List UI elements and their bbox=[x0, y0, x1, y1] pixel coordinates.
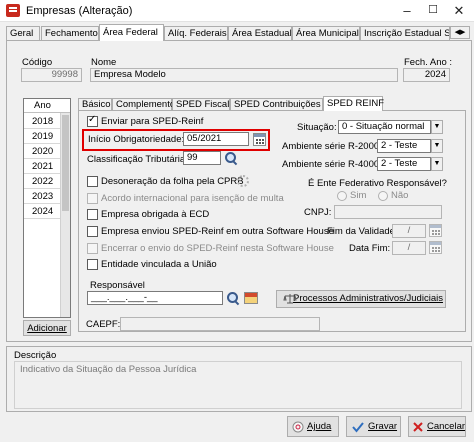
fech-ano-label: Fech. Ano : bbox=[404, 57, 453, 68]
caepf-field bbox=[120, 317, 320, 331]
tab-area-estadual[interactable]: Área Estadual bbox=[228, 26, 292, 41]
close-button[interactable]: ✕ bbox=[450, 2, 468, 19]
year-item-2022[interactable]: 2022 bbox=[24, 174, 60, 189]
year-list-scrollbar[interactable] bbox=[60, 113, 70, 317]
data-fim-field: / bbox=[392, 241, 426, 255]
tab-aliq-federais[interactable]: Alíq. Federais bbox=[164, 26, 228, 41]
year-item-2020[interactable]: 2020 bbox=[24, 144, 60, 159]
gravar-label: Gravar bbox=[368, 421, 398, 432]
cancel-icon bbox=[412, 421, 424, 433]
cnpj-label: CNPJ: bbox=[304, 207, 332, 218]
enviar-reinf-checkbox[interactable] bbox=[87, 114, 98, 127]
ambiente-r4000-label: Ambiente série R-4000: bbox=[282, 159, 382, 170]
tab-inscricao-estadual[interactable]: Inscrição Estadual S bbox=[360, 26, 450, 41]
tab-scroll-arrows[interactable]: ◀▶ bbox=[450, 26, 470, 39]
chevron-down-icon[interactable]: ▼ bbox=[431, 120, 443, 134]
sim-radio bbox=[337, 191, 347, 201]
enviar-reinf-label: Enviar para SPED-Reinf bbox=[101, 116, 204, 127]
inicio-obrigatoriedade-label: Início Obrigatoriedade: bbox=[88, 134, 185, 145]
help-icon bbox=[292, 421, 304, 433]
enviou-outra-software-checkbox[interactable] bbox=[87, 226, 98, 237]
entidade-uniao-checkbox[interactable] bbox=[87, 259, 98, 270]
year-item-2021[interactable]: 2021 bbox=[24, 159, 60, 174]
scrollbar-thumb[interactable] bbox=[62, 115, 69, 211]
main-tabs: Geral Fechamento Área Federal Alíq. Fede… bbox=[6, 24, 472, 41]
responsavel-label: Responsável bbox=[90, 280, 145, 291]
tab-area-federal[interactable]: Área Federal bbox=[99, 24, 164, 41]
year-list-header: Ano bbox=[24, 99, 70, 113]
enviou-outra-software-label: Empresa enviou SPED-Reinf em outra Softw… bbox=[101, 226, 334, 237]
check-icon bbox=[352, 421, 364, 433]
calendar-icon[interactable] bbox=[253, 133, 266, 146]
maximize-button[interactable]: ☐ bbox=[424, 2, 442, 19]
gear-icon bbox=[237, 175, 249, 187]
responsavel-field[interactable]: ___.___.___-__ bbox=[87, 291, 223, 305]
inicio-obrigatoriedade-field[interactable]: 05/2021 bbox=[183, 132, 249, 146]
fim-validade-label: Fim da Validade: bbox=[327, 226, 398, 237]
minimize-button[interactable]: – bbox=[398, 2, 416, 19]
sim-label: Sim bbox=[350, 190, 367, 201]
title-bar: Empresas (Alteração) – ☐ ✕ bbox=[0, 0, 474, 22]
year-item-2018[interactable]: 2018 bbox=[24, 114, 60, 129]
acordo-checkbox bbox=[87, 193, 98, 204]
window-title: Empresas (Alteração) bbox=[26, 5, 133, 17]
encerrar-envio-label: Encerrar o envio do SPED-Reinf nesta Sof… bbox=[101, 243, 334, 254]
search-icon[interactable] bbox=[224, 151, 238, 165]
scales-icon bbox=[283, 294, 297, 304]
caepf-label: CAEPF: bbox=[86, 319, 121, 330]
cancelar-label: Cancelar bbox=[427, 421, 466, 432]
fech-ano-field: 2024 bbox=[403, 68, 450, 82]
codigo-label: Código bbox=[22, 57, 53, 68]
adicionar-button[interactable]: Adicionar bbox=[23, 320, 71, 336]
calendar-icon bbox=[429, 241, 442, 254]
chevron-down-icon[interactable]: ▼ bbox=[431, 139, 443, 153]
calendar-icon bbox=[429, 224, 442, 237]
processos-button[interactable]: Processos Administrativos/Judiciais bbox=[276, 290, 446, 308]
desoneracao-label: Desoneração da folha pela CPRB bbox=[101, 176, 244, 187]
description-label: Descrição bbox=[14, 350, 57, 361]
entidade-uniao-label: Entidade vinculada a União bbox=[101, 259, 217, 270]
encerrar-envio-checkbox bbox=[87, 243, 98, 254]
year-list[interactable]: Ano 2018 2019 2020 2021 2022 2023 2024 bbox=[23, 98, 71, 318]
situacao-label: Situação: bbox=[297, 122, 337, 133]
nome-field: Empresa Modelo bbox=[90, 68, 398, 82]
ajuda-button[interactable]: Ajuda bbox=[287, 416, 339, 437]
subtab-sped-reinf[interactable]: SPED REINF bbox=[323, 96, 384, 111]
card-icon[interactable] bbox=[244, 292, 258, 304]
acordo-label: Acordo internacional para isenção de mul… bbox=[101, 193, 284, 204]
nao-radio bbox=[378, 191, 388, 201]
ajuda-label: Ajuda bbox=[307, 421, 332, 432]
situacao-combo[interactable]: 0 - Situação normal bbox=[338, 120, 431, 134]
processos-button-label: Processos Administrativos/Judiciais bbox=[293, 293, 443, 304]
year-item-2019[interactable]: 2019 bbox=[24, 129, 60, 144]
cnpj-field bbox=[334, 205, 442, 219]
tab-area-municipal[interactable]: Área Municipal bbox=[292, 26, 360, 41]
chevron-down-icon[interactable]: ▼ bbox=[431, 157, 443, 171]
gravar-button[interactable]: Gravar bbox=[346, 416, 401, 437]
desoneracao-checkbox[interactable] bbox=[87, 176, 98, 187]
year-item-2023[interactable]: 2023 bbox=[24, 189, 60, 204]
tab-fechamento[interactable]: Fechamento bbox=[41, 26, 99, 41]
ambiente-r2000-combo[interactable]: 2 - Teste bbox=[377, 139, 431, 153]
ambiente-r2000-label: Ambiente série R-2000: bbox=[282, 141, 382, 152]
year-item-2024[interactable]: 2024 bbox=[24, 204, 60, 219]
tab-geral[interactable]: Geral bbox=[6, 26, 40, 41]
cancelar-button[interactable]: Cancelar bbox=[408, 416, 466, 437]
ente-federativo-label: É Ente Federativo Responsável? bbox=[308, 178, 447, 189]
nao-label: Não bbox=[391, 190, 409, 201]
ecd-checkbox[interactable] bbox=[87, 209, 98, 220]
ecd-label: Empresa obrigada à ECD bbox=[101, 209, 210, 220]
search-icon[interactable] bbox=[226, 291, 240, 305]
app-icon bbox=[6, 4, 20, 17]
classificacao-tributaria-field[interactable]: 99 bbox=[183, 151, 221, 165]
data-fim-label: Data Fim: bbox=[349, 243, 391, 254]
nome-label: Nome bbox=[91, 57, 117, 68]
fim-validade-field: / bbox=[392, 224, 426, 238]
description-text: Indicativo da Situação da Pessoa Jurídic… bbox=[20, 364, 197, 375]
ambiente-r4000-combo[interactable]: 2 - Teste bbox=[377, 157, 431, 171]
codigo-field: 99998 bbox=[21, 68, 82, 82]
classificacao-tributaria-label: Classificação Tributária: bbox=[87, 154, 188, 165]
